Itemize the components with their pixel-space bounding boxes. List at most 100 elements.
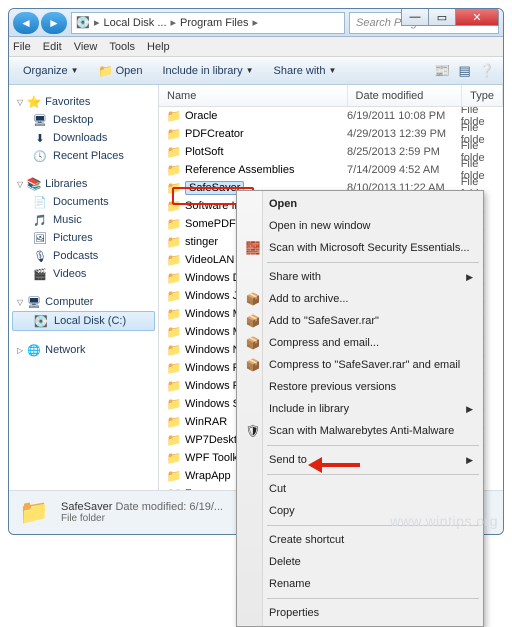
file-date: 6/19/2011 10:08 PM [347,110,461,122]
chevron-right-icon: ▶ [466,455,473,466]
column-type[interactable]: Type [462,85,503,106]
ctx-scan-mse[interactable]: 🧱Scan with Microsoft Security Essentials… [239,237,481,259]
ctx-open-new-window[interactable]: Open in new window [239,215,481,237]
breadcrumb[interactable]: Program Files [180,17,248,29]
menu-help[interactable]: Help [147,41,170,53]
ctx-add-rar[interactable]: 📦Add to "SafeSaver.rar" [239,310,481,332]
folder-icon [167,379,181,393]
shield-icon: 🧱 [245,241,261,255]
ctx-include-library[interactable]: Include in library▶ [239,398,481,420]
menu-file[interactable]: File [13,41,31,53]
menubar: File Edit View Tools Help [9,37,503,57]
recent-icon [33,149,47,163]
forward-button[interactable]: ► [41,12,67,34]
menu-edit[interactable]: Edit [43,41,62,53]
folder-icon [167,199,181,213]
file-name: Oracle [185,110,217,122]
file-name: stinger [185,236,218,248]
folder-icon [167,415,181,429]
file-name: Windows D [185,272,241,284]
folder-icon [167,235,181,249]
ctx-restore[interactable]: Restore previous versions [239,376,481,398]
breadcrumb[interactable]: Local Disk ... [104,17,167,29]
maximize-button[interactable]: ▭ [428,8,456,26]
back-button[interactable]: ◄ [13,12,39,34]
file-name: SomePDF [185,218,236,230]
sidebar-item-documents[interactable]: Documents [9,193,158,211]
libraries-icon [27,177,41,191]
shield-icon: 🛡 [245,424,261,438]
folder-icon [167,469,181,483]
preview-pane-icon[interactable]: ▤ [459,63,471,79]
sidebar-favorites[interactable]: ▽Favorites [9,93,158,111]
sidebar-item-recent[interactable]: Recent Places [9,147,158,165]
column-date[interactable]: Date modified [348,85,463,106]
ctx-open[interactable]: Open [239,193,481,215]
sidebar-network[interactable]: ▷Network [9,341,158,359]
expand-icon: ▷ [17,346,23,355]
file-name: VideoLAN [185,254,234,266]
menu-tools[interactable]: Tools [109,41,135,53]
folder-icon [167,181,181,195]
folder-icon [167,433,181,447]
folder-icon [167,271,181,285]
disk-icon [34,314,48,328]
file-row[interactable]: PlotSoft8/25/2013 2:59 PMFile folde [159,143,503,161]
documents-icon [33,195,47,209]
folder-open-icon [99,64,113,78]
sidebar-item-desktop[interactable]: Desktop [9,111,158,129]
chevron-right-icon: ▶ [466,272,473,283]
ctx-cut[interactable]: Cut [239,478,481,500]
sidebar-item-downloads[interactable]: Downloads [9,129,158,147]
file-name: WrapApp [185,470,231,482]
organize-button[interactable]: Organize▼ [17,63,85,79]
ctx-compress-rar-email[interactable]: 📦Compress to "SafeSaver.rar" and email [239,354,481,376]
ctx-delete[interactable]: Delete [239,551,481,573]
ctx-share-with[interactable]: Share with▶ [239,266,481,288]
minimize-button[interactable]: — [401,8,429,26]
share-button[interactable]: Share with▼ [268,63,343,79]
address-bar[interactable]: ▸ Local Disk ... ▸ Program Files ▸ [71,12,345,34]
star-icon [27,95,41,109]
folder-icon [167,451,181,465]
file-row[interactable]: Oracle6/19/2011 10:08 PMFile folde [159,107,503,125]
archive-icon: 📦 [245,314,261,328]
toolbar: Organize▼ Open Include in library▼ Share… [9,57,503,85]
folder-icon [167,163,181,177]
sidebar-computer[interactable]: ▽Computer [9,293,158,311]
ctx-rename[interactable]: Rename [239,573,481,595]
sidebar-libraries[interactable]: ▽Libraries [9,175,158,193]
folder-icon [167,289,181,303]
view-options-icon[interactable]: 📰 [434,63,450,79]
sidebar-item-pictures[interactable]: Pictures [9,229,158,247]
folder-icon [167,361,181,375]
open-button[interactable]: Open [93,62,149,80]
file-row[interactable]: PDFCreator4/29/2013 12:39 PMFile folde [159,125,503,143]
sidebar-item-videos[interactable]: Videos [9,265,158,283]
ctx-add-archive[interactable]: 📦Add to archive... [239,288,481,310]
ctx-send-to[interactable]: Send to▶ [239,449,481,471]
sidebar-item-local-disk[interactable]: Local Disk (C:) [12,311,155,331]
ctx-create-shortcut[interactable]: Create shortcut [239,529,481,551]
include-library-button[interactable]: Include in library▼ [156,63,259,79]
column-name[interactable]: Name [159,85,348,106]
podcasts-icon [33,249,47,263]
ctx-compress-email[interactable]: 📦Compress and email... [239,332,481,354]
navigation-pane: ▽Favorites Desktop Downloads Recent Plac… [9,85,159,490]
sidebar-item-music[interactable]: Music [9,211,158,229]
help-icon[interactable]: ❔ [479,63,495,79]
folder-icon [167,325,181,339]
collapse-icon: ▽ [17,98,23,107]
chevron-right-icon: ▸ [94,16,100,29]
collapse-icon: ▽ [17,180,23,189]
archive-icon: 📦 [245,336,261,350]
ctx-properties[interactable]: Properties [239,602,481,624]
archive-icon: 📦 [245,358,261,372]
menu-view[interactable]: View [74,41,98,53]
file-row[interactable]: Reference Assemblies7/14/2009 4:52 AMFil… [159,161,503,179]
folder-icon [167,397,181,411]
sidebar-item-podcasts[interactable]: Podcasts [9,247,158,265]
column-headers: Name Date modified Type [159,85,503,107]
close-button[interactable]: ✕ [455,8,499,26]
ctx-scan-mbam[interactable]: 🛡Scan with Malwarebytes Anti-Malware [239,420,481,442]
